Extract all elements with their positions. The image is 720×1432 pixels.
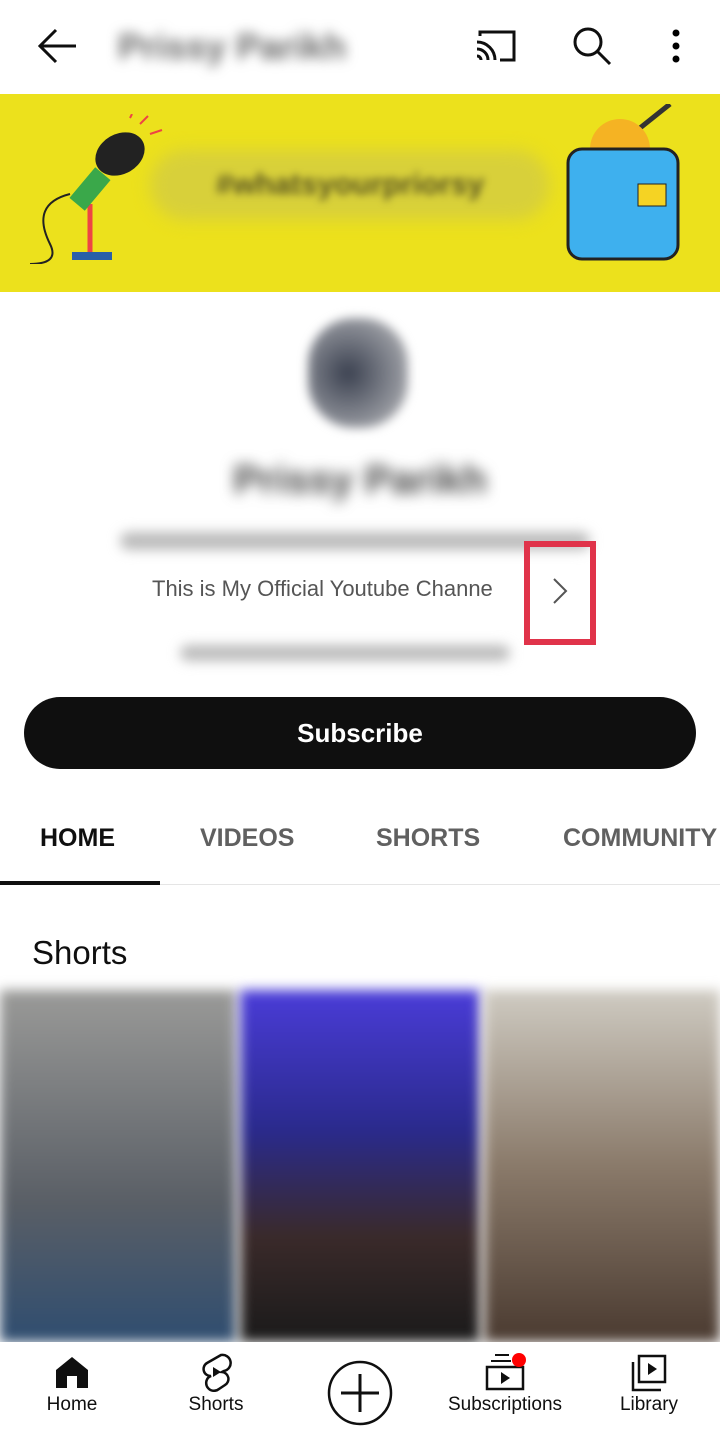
- nav-label: Home: [46, 1394, 98, 1415]
- top-app-bar: Prissy Parikh: [0, 0, 720, 94]
- channel-tabs: HOME VIDEOS SHORTS COMMUNITY: [0, 800, 720, 885]
- channel-description[interactable]: This is My Official Youtube Channe: [152, 576, 493, 602]
- notification-badge: [512, 1353, 526, 1367]
- short-thumbnail[interactable]: [0, 990, 236, 1342]
- nav-label: Library: [619, 1394, 679, 1415]
- channel-avatar[interactable]: [308, 318, 408, 428]
- bottom-navigation: Home Shorts Subscriptions Library: [0, 1342, 720, 1432]
- channel-title: Prissy Parikh: [118, 26, 347, 67]
- tab-videos[interactable]: VIDEOS: [200, 824, 294, 853]
- nav-label: Shorts: [188, 1394, 244, 1415]
- subscribe-button[interactable]: Subscribe: [24, 697, 696, 769]
- nav-library[interactable]: Library: [608, 1342, 690, 1432]
- search-icon[interactable]: [572, 26, 612, 66]
- channel-banner: #whatsyourpriorsy: [0, 94, 720, 292]
- channel-name: Prissy Parikh: [233, 458, 487, 502]
- subscriptions-icon: [485, 1353, 526, 1391]
- home-icon: [56, 1357, 88, 1388]
- radio-icon: [566, 104, 680, 261]
- microphone-icon: [29, 114, 163, 264]
- tab-community[interactable]: COMMUNITY: [563, 824, 717, 853]
- nav-shorts[interactable]: Shorts: [170, 1342, 262, 1432]
- tab-shorts[interactable]: SHORTS: [376, 824, 480, 853]
- create-plus-icon[interactable]: [327, 1360, 393, 1426]
- highlight-box: [524, 541, 596, 645]
- tab-home[interactable]: HOME: [40, 824, 115, 853]
- nav-label: Subscriptions: [447, 1394, 563, 1415]
- short-thumbnail[interactable]: [484, 990, 720, 1342]
- channel-handle-blurred: [120, 532, 590, 550]
- channel-link-blurred: [180, 645, 510, 661]
- active-tab-indicator: [0, 881, 160, 885]
- nav-home[interactable]: Home: [30, 1342, 114, 1432]
- nav-subscriptions[interactable]: Subscriptions: [440, 1342, 570, 1432]
- back-arrow-icon[interactable]: [36, 28, 78, 64]
- short-thumbnail[interactable]: [240, 990, 480, 1342]
- library-icon: [631, 1354, 667, 1392]
- shorts-icon: [202, 1353, 232, 1392]
- cast-icon[interactable]: [474, 28, 518, 64]
- section-title: Shorts: [32, 934, 128, 971]
- banner-tagline: #whatsyourpriorsy: [215, 168, 485, 201]
- more-vert-icon[interactable]: [670, 28, 682, 64]
